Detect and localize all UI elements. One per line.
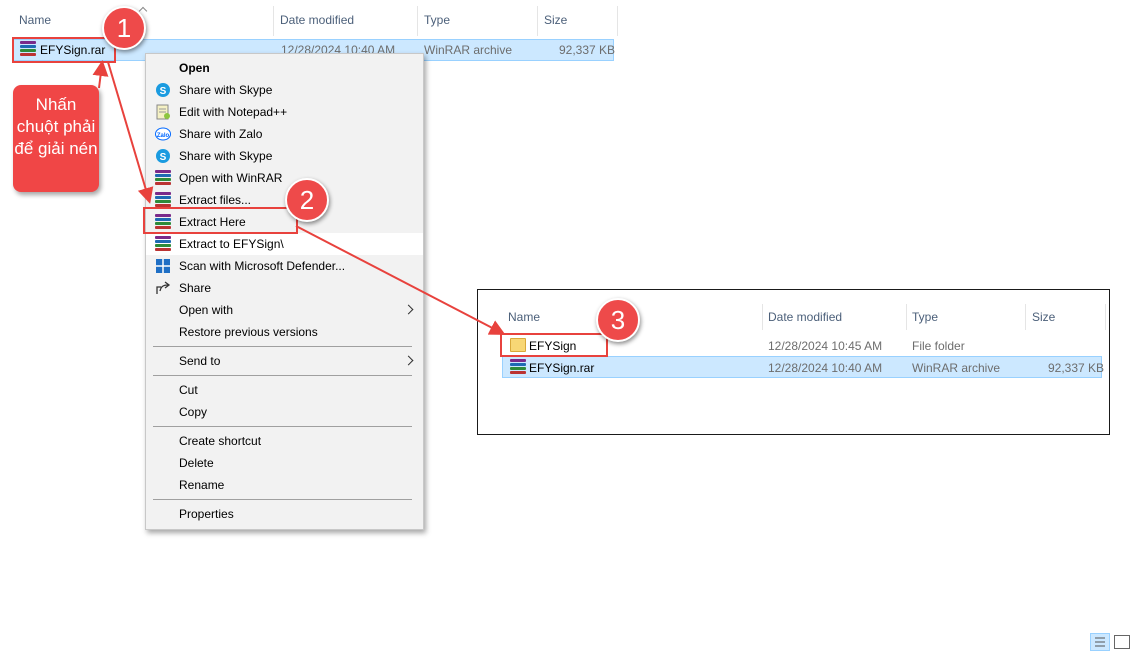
- arrow-callout-to-file: [92, 60, 109, 89]
- arrow-extract-to-result: [295, 225, 506, 335]
- large-icons-view-icon[interactable]: [1114, 635, 1130, 649]
- instruction-callout: Nhấn chuột phải để giải nén: [13, 85, 99, 192]
- annotation-arrows: [92, 60, 506, 335]
- step-badge-3: 3: [596, 298, 640, 342]
- step-badge-2: 2: [285, 178, 329, 222]
- details-view-icon[interactable]: [1090, 633, 1110, 651]
- step-badge-1: 1: [102, 6, 146, 50]
- arrow-file-to-menu: [107, 61, 154, 204]
